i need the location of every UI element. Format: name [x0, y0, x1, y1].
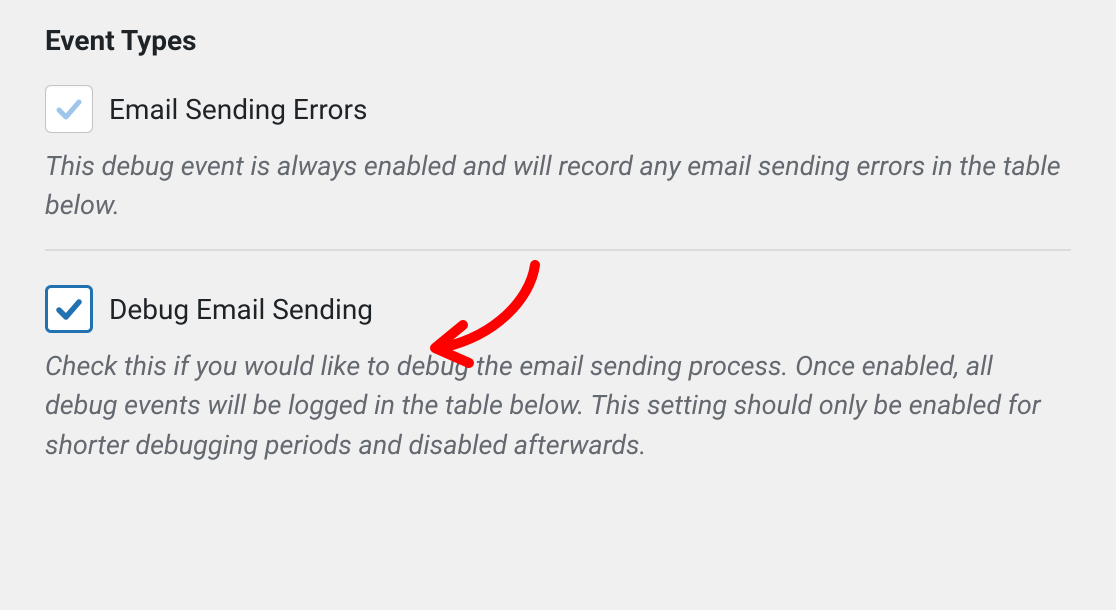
option-email-sending-errors: Email Sending Errors This debug event is… — [45, 85, 1071, 225]
option-description: This debug event is always enabled and w… — [45, 147, 1071, 225]
option-description: Check this if you would like to debug th… — [45, 347, 1071, 464]
divider — [45, 249, 1071, 251]
checkmark-icon — [53, 93, 85, 125]
section-heading: Event Types — [45, 24, 1071, 57]
option-debug-email-sending: Debug Email Sending Check this if you wo… — [45, 285, 1071, 464]
option-row: Debug Email Sending — [45, 285, 1071, 333]
option-label: Email Sending Errors — [109, 93, 367, 126]
option-row: Email Sending Errors — [45, 85, 1071, 133]
checkbox-debug-email-sending[interactable] — [45, 285, 93, 333]
checkmark-icon — [53, 293, 85, 325]
option-label: Debug Email Sending — [109, 293, 373, 326]
checkbox-email-sending-errors — [45, 85, 93, 133]
